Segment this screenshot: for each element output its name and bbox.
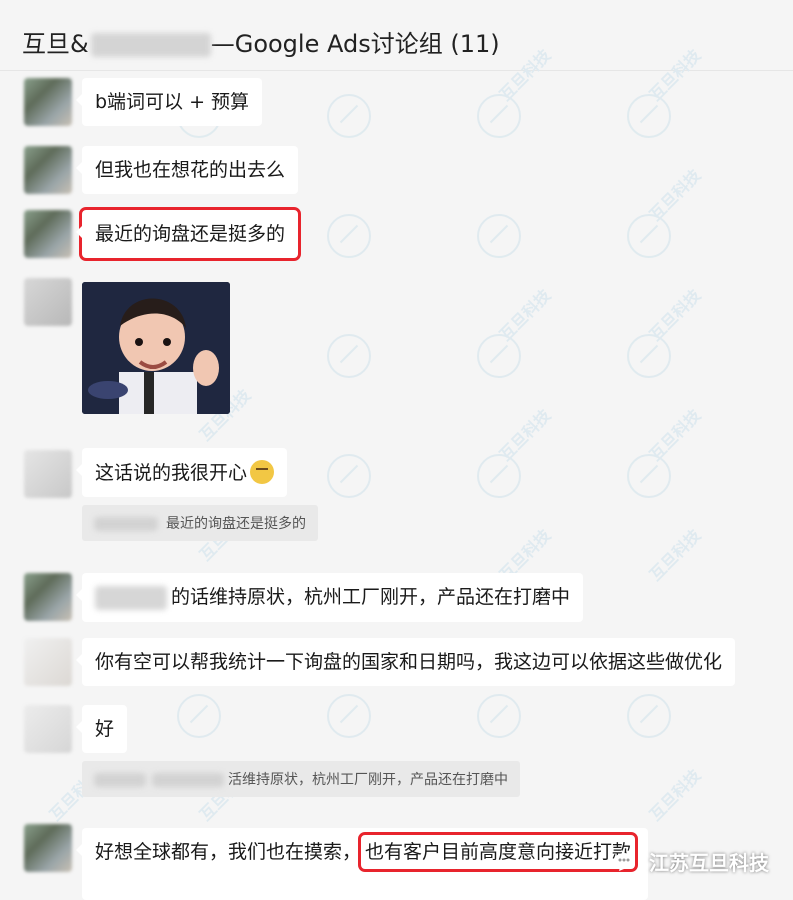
watermark-text: 互旦科技 <box>495 405 555 465</box>
redacted-name <box>152 773 224 787</box>
watermark-logo-icon <box>627 694 671 738</box>
chat-header: 互旦& —Google Ads讨论组 (11) <box>0 0 793 71</box>
message-text: 的话维持原状，杭州工厂刚开，产品还在打磨中 <box>171 586 571 608</box>
message-text: 好想全球都有，我们也在摸索， <box>95 841 362 863</box>
watermark-logo-icon <box>327 94 371 138</box>
watermark-text: 互旦科技 <box>645 405 705 465</box>
avatar[interactable] <box>24 638 72 686</box>
watermark-logo-icon <box>327 694 371 738</box>
brand-text: 江苏互旦科技 <box>649 851 769 875</box>
watermark-text: 互旦科技 <box>645 525 705 585</box>
redacted-name <box>90 33 211 57</box>
quoted-message[interactable]: 最近的询盘还是挺多的 <box>82 505 318 541</box>
avatar[interactable] <box>24 146 72 194</box>
watermark-logo-icon <box>477 94 521 138</box>
redacted-name <box>94 517 158 531</box>
watermark-logo-icon <box>327 454 371 498</box>
message-bubble[interactable]: 好想全球都有，我们也在摸索， 也有客户目前高度意向接近打款 <box>75 828 649 900</box>
avatar[interactable] <box>24 278 72 326</box>
message-bubble[interactable]: 这话说的我很开心 <box>75 448 288 497</box>
redacted-name <box>95 585 167 610</box>
watermark-text: 互旦科技 <box>495 285 555 345</box>
avatar[interactable] <box>24 78 72 126</box>
quoted-text: 最近的询盘还是挺多的 <box>166 516 306 532</box>
watermark-logo-icon <box>327 214 371 258</box>
chat-title: 互旦& —Google Ads讨论组 (11) <box>22 24 500 59</box>
chat-title-prefix: 互旦& <box>22 30 89 58</box>
avatar[interactable] <box>24 210 72 258</box>
redacted-name <box>94 773 146 787</box>
message-bubble[interactable]: 但我也在想花的出去么 <box>75 146 299 194</box>
watermark-logo-icon <box>627 334 671 378</box>
watermark-text: 互旦科技 <box>645 285 705 345</box>
image-message[interactable] <box>82 282 230 414</box>
watermark-logo-icon <box>627 454 671 498</box>
watermark-text: 互旦科技 <box>645 165 705 225</box>
brand-label: 江苏互旦科技 <box>612 847 769 876</box>
watermark-logo-icon <box>627 94 671 138</box>
quoted-text: 活维持原状，杭州工厂刚开，产品还在打磨中 <box>228 772 508 788</box>
highlighted-message-text: 也有客户目前高度意向接近打款 <box>358 832 639 872</box>
avatar[interactable] <box>24 705 72 753</box>
quoted-message[interactable]: 活维持原状，杭州工厂刚开，产品还在打磨中 <box>82 761 520 797</box>
message-text: 这话说的我很开心 <box>95 462 248 484</box>
avatar[interactable] <box>24 824 72 872</box>
watermark-logo-icon <box>477 334 521 378</box>
watermark-logo-icon <box>327 334 371 378</box>
watermark-logo-icon <box>627 214 671 258</box>
watermark-logo-icon <box>477 694 521 738</box>
message-bubble[interactable]: b端词可以 + 预算 <box>75 78 263 126</box>
child-photo-icon <box>82 282 230 414</box>
highlighted-message-bubble[interactable]: 最近的询盘还是挺多的 <box>75 207 302 261</box>
watermark-logo-icon <box>477 454 521 498</box>
wechat-like-icon <box>612 852 636 872</box>
message-bubble[interactable]: 你有空可以帮我统计一下询盘的国家和日期吗，我这边可以依据这些做优化 <box>75 638 736 686</box>
watermark-logo-icon <box>477 214 521 258</box>
watermark-text: 互旦科技 <box>645 765 705 825</box>
message-bubble[interactable]: 好 <box>75 705 128 753</box>
message-bubble[interactable]: 的话维持原状，杭州工厂刚开，产品还在打磨中 <box>75 573 584 622</box>
chat-title-suffix: —Google Ads讨论组 (11) <box>210 30 500 58</box>
avatar[interactable] <box>24 450 72 498</box>
watermark-logo-icon <box>177 694 221 738</box>
avatar[interactable] <box>24 573 72 621</box>
thinking-emoji-icon <box>250 460 275 484</box>
